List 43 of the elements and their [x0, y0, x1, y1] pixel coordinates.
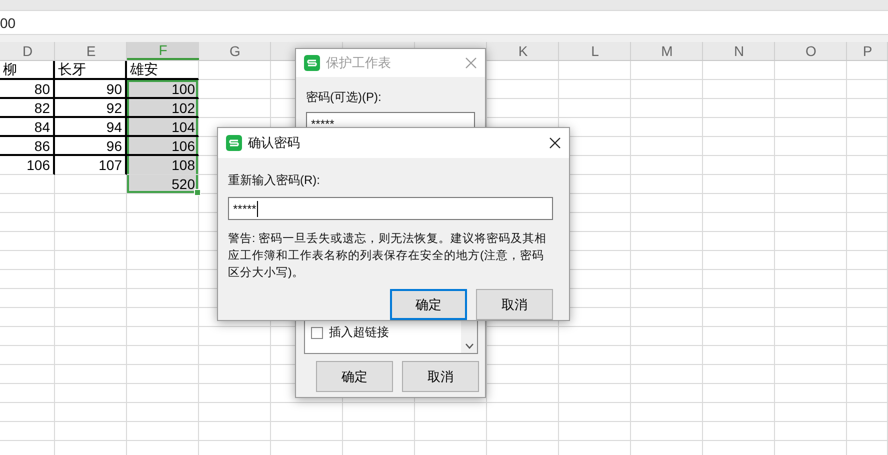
chevron-down-icon[interactable]	[464, 343, 474, 349]
table-cell: 108	[127, 156, 199, 175]
warning-text: 警告: 密码一旦丢失或遗忘，则无法恢复。建议将密码及其相应工作簿和工作表名称的列表保存在安全的地方(注意，密码区分大小写)。	[228, 231, 548, 281]
table-cell: 520	[127, 175, 199, 194]
table-cell: 86	[0, 137, 55, 156]
table-cell: 长牙	[55, 61, 127, 80]
table-cell: 106	[0, 156, 55, 175]
column-header[interactable]: F	[127, 42, 199, 60]
column-header[interactable]: P	[847, 42, 888, 60]
dialog-button[interactable]: 取消	[476, 289, 553, 320]
dialog-button[interactable]: 取消	[402, 361, 479, 392]
table-cell: 柳	[0, 61, 55, 80]
column-header[interactable]: O	[775, 42, 847, 60]
close-icon[interactable]	[549, 137, 561, 149]
column-header[interactable]: L	[559, 42, 631, 60]
checkbox[interactable]	[311, 326, 323, 338]
formula-value: 00	[0, 14, 16, 30]
app-logo-icon	[226, 135, 242, 151]
table-cell: 104	[127, 118, 199, 137]
column-header[interactable]: K	[487, 42, 559, 60]
dialog-button[interactable]: 确定	[390, 289, 467, 320]
fill-handle[interactable]	[194, 189, 201, 196]
dialog-title: 保护工作表	[326, 54, 392, 72]
table-cell: 84	[0, 118, 55, 137]
table-cell: 102	[127, 99, 199, 118]
dialog-button[interactable]: 确定	[316, 361, 393, 392]
column-header[interactable]: M	[631, 42, 703, 60]
table-cell: 100	[127, 80, 199, 99]
option-label[interactable]: 插入超链接	[329, 324, 389, 341]
password-value: *****	[233, 202, 256, 216]
table-cell: 80	[0, 80, 55, 99]
app-logo-icon	[304, 55, 320, 71]
dialog-title: 确认密码	[248, 134, 301, 152]
column-header[interactable]: G	[199, 42, 271, 60]
column-header[interactable]: E	[55, 42, 127, 60]
scrollbar[interactable]	[461, 320, 477, 353]
column-header[interactable]: D	[0, 42, 55, 60]
password-field[interactable]: *****	[228, 197, 553, 220]
field-label: 重新输入密码(R):	[228, 172, 321, 189]
field-label: 密码(可选)(P):	[306, 89, 382, 106]
column-header[interactable]: N	[703, 42, 775, 60]
table-cell: 82	[0, 99, 55, 118]
table-cell: 106	[127, 137, 199, 156]
